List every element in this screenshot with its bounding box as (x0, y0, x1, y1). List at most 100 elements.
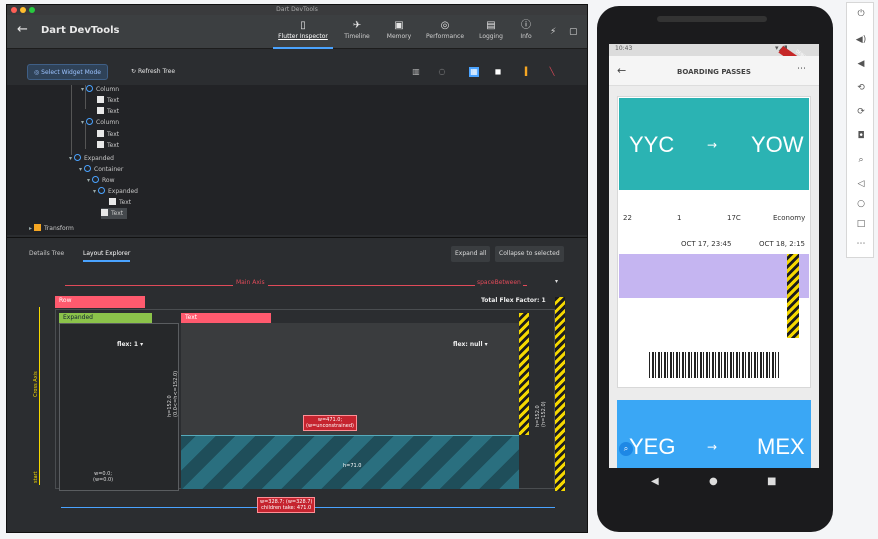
tab-performance[interactable]: ◎ Performance (421, 19, 469, 49)
back-arrow-icon[interactable]: ← (17, 22, 28, 37)
tab-layout-explorer[interactable]: Layout Explorer (83, 246, 131, 262)
tree-node-text[interactable]: Text (97, 106, 119, 117)
node-label: Expanded (84, 155, 114, 162)
nav-recents-icon[interactable]: ■ (767, 476, 776, 487)
text-width-label: w=471.0; (w=unconstrained) (303, 415, 357, 431)
barcode (649, 352, 779, 378)
main-axis-alignment-dropdown[interactable]: spaceBetween (475, 279, 523, 286)
node-label: Text (107, 131, 120, 138)
overflow-hatch (555, 297, 565, 491)
widget-icon (98, 187, 106, 194)
tab-memory[interactable]: ▣ Memory (379, 19, 419, 49)
expand-all-button[interactable]: Expand all (451, 246, 491, 262)
text-label[interactable]: Text (181, 313, 271, 323)
text-height-label: h=71.0 (343, 463, 362, 469)
cross-axis-line (39, 307, 40, 485)
tree-node-container[interactable]: ▾ Container (79, 164, 123, 175)
tab-label: Memory (386, 33, 412, 40)
more-icon[interactable]: ⋯ (847, 239, 875, 249)
slow-animations-icon[interactable]: ▥ (411, 67, 421, 77)
volume-up-icon[interactable]: ◀) (847, 35, 875, 45)
performance-overlay-icon[interactable]: ▍ (523, 67, 533, 77)
paint-baselines-icon[interactable]: ▦ (469, 67, 479, 77)
tab-logging[interactable]: ▤ Logging (473, 19, 509, 49)
tab-label: Timeline (344, 33, 370, 40)
tree-node-text[interactable]: Text (97, 140, 119, 151)
search-fab-icon[interactable]: ⌕ (619, 442, 633, 456)
node-label: Column (96, 86, 119, 93)
rotate-right-icon[interactable]: ⟳ (847, 107, 875, 117)
inspector-toolbar: ◎ Select Widget Mode ↻ Refresh Tree ▥ ◌ … (7, 49, 587, 85)
collapse-to-selected-button[interactable]: Collapse to selected (495, 246, 564, 262)
back-icon[interactable]: ◁ (847, 179, 875, 189)
desktop: Dart DevTools ← Dart DevTools ▯ Flutter … (0, 0, 878, 539)
devtools-window: Dart DevTools ← Dart DevTools ▯ Flutter … (6, 4, 588, 533)
details-tab-bar: Details Tree Layout Explorer Expand all … (7, 237, 587, 267)
camera-icon[interactable]: ◘ (847, 131, 875, 141)
expanded-label[interactable]: Expanded (59, 313, 152, 323)
tree-node-text[interactable]: Text (97, 129, 119, 140)
power-icon[interactable]: ⏻ (847, 9, 875, 19)
emulator-controls: ⏻ ◀) ◀ ⟲ ⟳ ◘ ⌕ ◁ ○ □ ⋯ (846, 2, 874, 258)
refresh-tree-button[interactable]: ↻ Refresh Tree (125, 64, 181, 80)
timeline-icon: ✈ (352, 20, 362, 31)
node-label: Text (119, 199, 132, 206)
tree-node-expanded[interactable]: ▾ Expanded (93, 186, 138, 197)
tree-node-column[interactable]: ▾ Column (81, 117, 119, 128)
text-widget-icon (109, 198, 116, 205)
nav-home-icon[interactable]: ● (709, 476, 718, 487)
widget-icon (86, 118, 94, 125)
plane-icon: → (707, 138, 718, 152)
node-label: Row (102, 177, 115, 184)
more-menu-icon[interactable]: ⋯ (797, 64, 806, 74)
tree-node-text[interactable]: Text (109, 197, 131, 208)
text-widget-icon (97, 96, 104, 103)
text-content-area (181, 435, 519, 489)
cross-axis-alignment-dropdown[interactable]: start (33, 471, 39, 483)
flex-1-dropdown[interactable]: flex: 1 ▾ (117, 341, 143, 348)
flex-null-dropdown[interactable]: flex: null ▾ (453, 341, 488, 348)
phone-screen[interactable]: 10:43 ▾◢▮ DEBUG ← BOARDING PASSES ⋯ YYC … (609, 44, 819, 468)
total-flex-factor: Total Flex Factor: 1 (481, 297, 546, 304)
row-label[interactable]: Row (55, 296, 145, 308)
node-label: Text (107, 108, 120, 115)
overview-icon[interactable]: □ (847, 219, 875, 229)
nav-back-icon[interactable]: ◀ (651, 476, 659, 487)
invert-oversized-images-icon[interactable]: ╲ (547, 67, 557, 77)
dropdown-arrow-icon[interactable]: ▾ (555, 278, 558, 285)
debug-paint-icon[interactable]: ◌ (437, 67, 447, 77)
tab-info[interactable]: ⓘ Info (512, 19, 540, 49)
bolt-icon[interactable]: ⚡ (550, 27, 556, 37)
back-arrow-icon[interactable]: ← (617, 64, 626, 77)
home-icon[interactable]: ○ (847, 199, 875, 209)
cross-axis-label: Cross Axis (33, 371, 39, 397)
volume-down-icon[interactable]: ◀ (847, 59, 875, 69)
widget-icon (84, 165, 92, 172)
tree-node-text[interactable]: Text (97, 95, 119, 106)
node-label: Container (94, 166, 124, 173)
tab-flutter-inspector[interactable]: ▯ Flutter Inspector (273, 19, 333, 49)
zone-value: 1 (677, 214, 682, 222)
refresh-icon: ↻ (131, 68, 138, 75)
tree-node-column[interactable]: ▾ Column (81, 84, 119, 95)
tab-details-tree[interactable]: Details Tree (29, 246, 64, 262)
expanded-box[interactable] (59, 323, 179, 491)
tree-node-expanded[interactable]: ▾ Expanded (69, 153, 114, 164)
zoom-icon[interactable]: ⌕ (847, 155, 875, 165)
text-widget-icon (101, 209, 108, 216)
logging-icon: ▤ (486, 20, 496, 31)
phone-emulator: 10:43 ▾◢▮ DEBUG ← BOARDING PASSES ⋯ YYC … (597, 6, 833, 532)
row-height-label: h=152.0 (h=152.0) (535, 401, 547, 427)
tab-label: Logging (479, 33, 503, 40)
arrives-value: OCT 18, 2:15 (759, 240, 805, 248)
feedback-icon[interactable]: ▢ (569, 27, 578, 37)
tree-node-transform[interactable]: ▸ Transform (29, 223, 74, 234)
repaint-rainbow-icon[interactable]: ◼ (493, 67, 503, 77)
text-widget-icon (97, 141, 104, 148)
status-time: 10:43 (615, 45, 633, 52)
tree-node-row[interactable]: ▾ Row (87, 175, 115, 186)
tab-timeline[interactable]: ✈ Timeline (337, 19, 377, 49)
rotate-left-icon[interactable]: ⟲ (847, 83, 875, 93)
tree-node-text-selected[interactable]: Text (101, 208, 128, 219)
select-widget-mode-button[interactable]: ◎ Select Widget Mode (27, 64, 108, 80)
